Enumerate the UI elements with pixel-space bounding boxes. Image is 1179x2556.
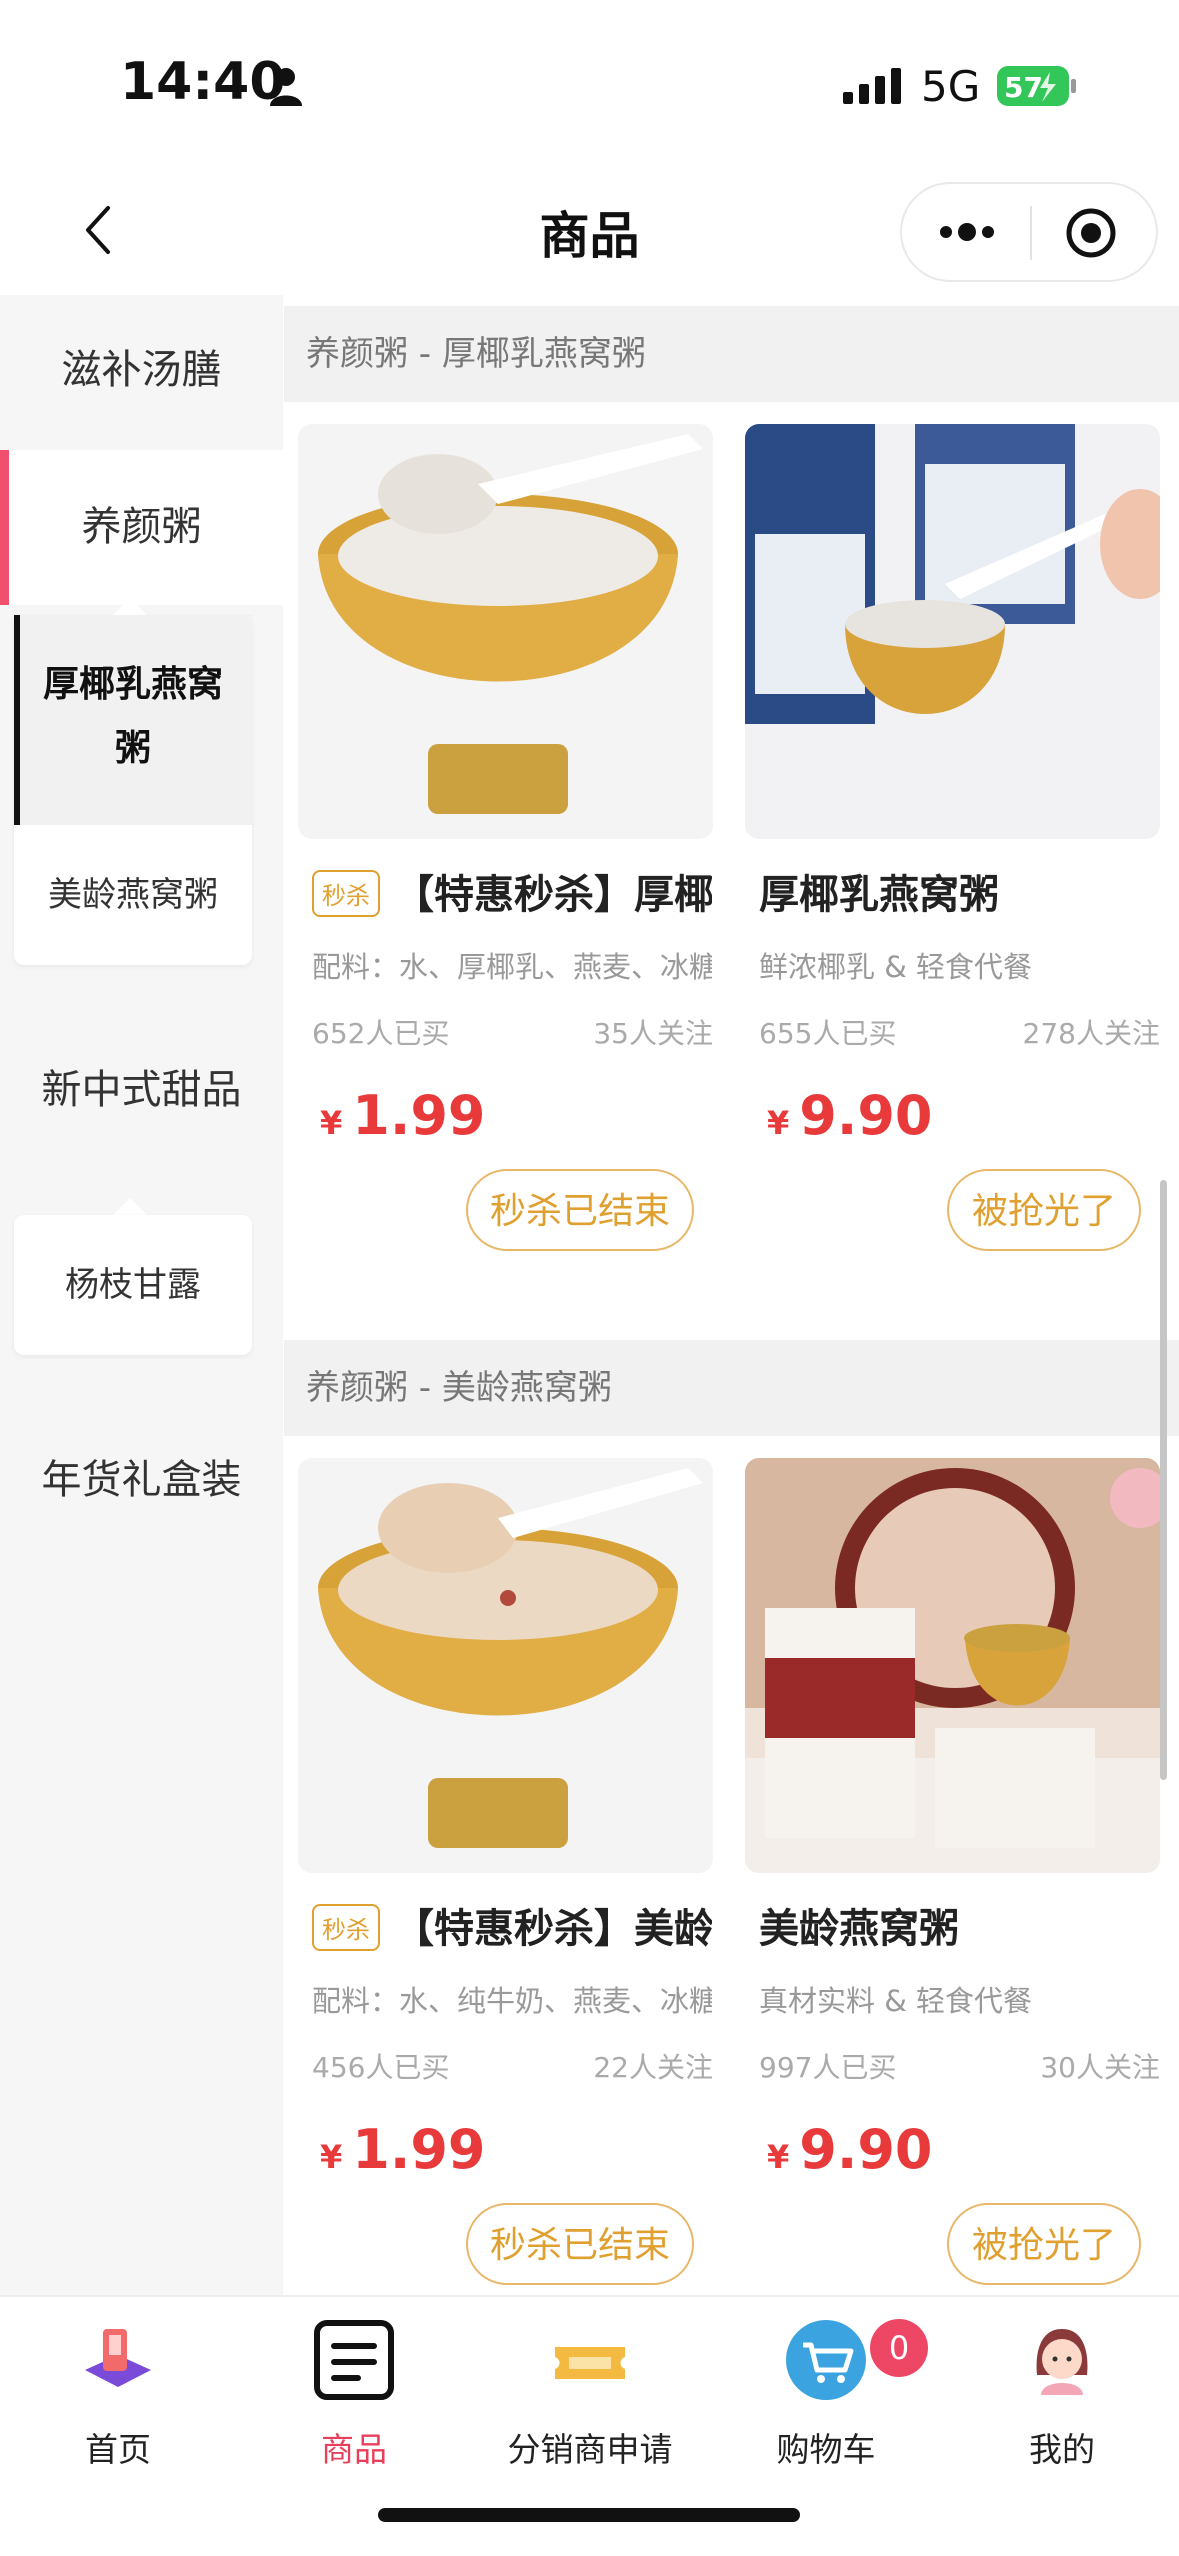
cart-count-badge: 0 xyxy=(870,2319,928,2377)
currency-symbol: ¥ xyxy=(320,1104,343,1142)
tab-label: 商品 xyxy=(321,2430,387,2469)
product-image[interactable] xyxy=(745,424,1160,839)
more-dots-icon[interactable] xyxy=(932,212,1002,252)
product-image[interactable] xyxy=(298,424,713,839)
follow-count: 30人关注 xyxy=(1040,2051,1160,2084)
product-name[interactable]: 秒杀【特惠秒杀】美龄燕窝粥 xyxy=(312,1896,712,1955)
flash-sale-tag: 秒杀 xyxy=(312,869,380,917)
tab-label: 我的 xyxy=(1029,2430,1095,2469)
sub-item-label: 厚椰乳燕窝粥 xyxy=(42,664,223,769)
price-value: 1.99 xyxy=(352,1084,486,1147)
currency-symbol: ¥ xyxy=(320,2138,343,2176)
submenu-tianpin: 杨枝甘露 xyxy=(14,1215,252,1355)
product-price: ¥1.99 xyxy=(320,1084,486,1147)
bought-count: 456人已买 xyxy=(312,2051,450,2084)
status-time: 14:40 xyxy=(120,52,286,112)
follow-count: 278人关注 xyxy=(1022,1017,1160,1050)
product-desc: 真材实料 & 轻食代餐 xyxy=(759,1984,1033,2018)
tab-home[interactable]: 首页 xyxy=(0,2297,236,2497)
product-image[interactable] xyxy=(298,1458,713,1873)
product-name[interactable]: 秒杀【特惠秒杀】厚椰乳燕窝粥 xyxy=(312,862,712,921)
currency-symbol: ¥ xyxy=(767,1104,790,1142)
network-label: 5G xyxy=(921,62,981,111)
tab-label: 购物车 xyxy=(776,2430,876,2469)
flash-sale-tag: 秒杀 xyxy=(312,1903,380,1951)
sub-item-houyeru[interactable]: 厚椰乳燕窝粥 xyxy=(14,615,252,825)
product-desc: 配料：水、纯牛奶、燕麦、冰糖 xyxy=(312,1984,712,2018)
bought-count: 997人已买 xyxy=(759,2051,897,2084)
home-icon xyxy=(85,2329,151,2387)
category-item-tianpin[interactable]: 新中式甜品 xyxy=(0,1015,283,1165)
bought-count: 655人已买 xyxy=(759,1017,897,1050)
mini-program-capsule xyxy=(900,182,1158,282)
section-header: 养颜粥 - 美龄燕窝粥 xyxy=(284,1340,1179,1436)
avatar-icon xyxy=(1036,2329,1088,2395)
product-card[interactable]: 美龄燕窝粥 真材实料 & 轻食代餐 997人已买 30人关注 ¥9.90 被抢光… xyxy=(745,1458,1160,2285)
category-sidebar: 滋补汤膳 养颜粥 厚椰乳燕窝粥 美龄燕窝粥 新中式甜品 杨枝甘露 年货礼盒装 xyxy=(0,295,283,2295)
product-desc: 配料：水、厚椰乳、燕麦、冰糖 xyxy=(312,950,712,984)
price-value: 9.90 xyxy=(799,2118,933,2181)
close-target-icon[interactable] xyxy=(1064,206,1118,260)
submenu-pointer xyxy=(112,1198,148,1216)
product-price: ¥1.99 xyxy=(320,2118,486,2181)
product-card[interactable]: 厚椰乳燕窝粥 鲜浓椰乳 & 轻食代餐 655人已买 278人关注 ¥9.90 被… xyxy=(745,424,1160,1251)
product-name[interactable]: 厚椰乳燕窝粥 xyxy=(759,862,1159,920)
category-item-zibu[interactable]: 滋补汤膳 xyxy=(0,295,283,445)
product-price: ¥9.90 xyxy=(767,2118,933,2181)
sub-item-meiling[interactable]: 美龄燕窝粥 xyxy=(14,825,252,965)
flash-sale-ended-button[interactable]: 秒杀已结束 xyxy=(466,1169,694,1251)
product-title: 【特惠秒杀】厚椰乳燕窝粥 xyxy=(394,872,712,918)
product-name[interactable]: 美龄燕窝粥 xyxy=(759,1896,1159,1954)
follow-count: 22人关注 xyxy=(593,2051,713,2084)
category-item-yangyan[interactable]: 养颜粥 xyxy=(0,450,283,605)
follow-count: 35人关注 xyxy=(593,1017,713,1050)
tab-products[interactable]: 商品 xyxy=(236,2297,472,2497)
bought-count: 652人已买 xyxy=(312,1017,450,1050)
category-label: 养颜粥 xyxy=(81,504,202,550)
flash-sale-ended-button[interactable]: 秒杀已结束 xyxy=(466,2203,694,2285)
sub-active-indicator xyxy=(14,615,20,825)
category-item-nianhuo[interactable]: 年货礼盒装 xyxy=(0,1405,283,1555)
home-indicator[interactable] xyxy=(378,2508,800,2522)
price-value: 9.90 xyxy=(799,1084,933,1147)
section-header: 养颜粥 - 厚椰乳燕窝粥 xyxy=(284,306,1179,402)
product-image[interactable] xyxy=(745,1458,1160,1873)
ticket-icon xyxy=(555,2347,625,2379)
tab-distributor[interactable]: 分销商申请 xyxy=(472,2297,708,2497)
cart-icon xyxy=(786,2320,866,2400)
tab-label: 首页 xyxy=(85,2430,151,2469)
signal-icon xyxy=(843,68,901,104)
tab-mine[interactable]: 我的 xyxy=(944,2297,1179,2497)
person-icon xyxy=(270,68,302,106)
battery-icon: 57 xyxy=(997,66,1076,106)
active-indicator xyxy=(0,450,9,605)
capsule-divider xyxy=(1030,206,1032,260)
status-bar: 14:40 5G 57 xyxy=(0,0,1179,170)
product-card[interactable]: 秒杀【特惠秒杀】美龄燕窝粥 配料：水、纯牛奶、燕麦、冰糖 456人已买 22人关… xyxy=(298,1458,713,2285)
sub-item-yangzhi[interactable]: 杨枝甘露 xyxy=(14,1215,252,1355)
submenu-yangyan: 厚椰乳燕窝粥 美龄燕窝粥 xyxy=(14,615,252,965)
sold-out-button[interactable]: 被抢光了 xyxy=(947,2203,1141,2285)
product-title: 【特惠秒杀】美龄燕窝粥 xyxy=(394,1906,712,1952)
product-desc: 鲜浓椰乳 & 轻食代餐 xyxy=(759,950,1033,984)
sold-out-button[interactable]: 被抢光了 xyxy=(947,1169,1141,1251)
battery-level: 57 xyxy=(1004,71,1043,104)
submenu-pointer xyxy=(112,598,148,616)
product-price: ¥9.90 xyxy=(767,1084,933,1147)
price-value: 1.99 xyxy=(352,2118,486,2181)
product-card[interactable]: 秒杀【特惠秒杀】厚椰乳燕窝粥 配料：水、厚椰乳、燕麦、冰糖 652人已买 35人… xyxy=(298,424,713,1251)
currency-symbol: ¥ xyxy=(767,2138,790,2176)
scrollbar[interactable] xyxy=(1160,1180,1167,1780)
list-icon xyxy=(314,2320,394,2400)
tab-label: 分销商申请 xyxy=(507,2430,673,2469)
navigation-bar: 商品 xyxy=(0,170,1179,295)
